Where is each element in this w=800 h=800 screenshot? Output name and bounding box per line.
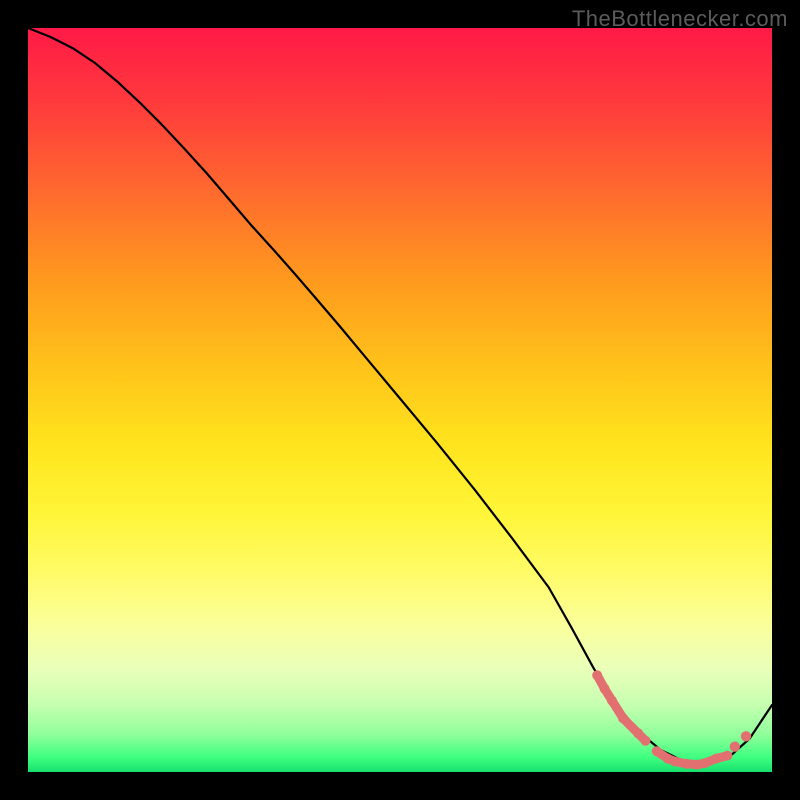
highlight-dot <box>681 759 691 769</box>
highlight-dot <box>607 696 617 706</box>
highlight-dot <box>652 746 662 756</box>
highlight-dot <box>641 736 651 746</box>
highlight-dot <box>618 713 628 723</box>
highlight-dot <box>670 757 680 767</box>
highlight-dot <box>592 670 602 680</box>
bottleneck-curve <box>28 28 772 765</box>
highlight-dot <box>711 754 721 764</box>
highlight-dot <box>741 731 751 741</box>
highlight-dot <box>633 728 643 738</box>
chart-stage: TheBottlenecker.com <box>0 0 800 800</box>
watermark-text: TheBottlenecker.com <box>572 6 788 32</box>
plot-area <box>28 28 772 772</box>
highlight-dot <box>700 758 710 768</box>
highlight-dot <box>730 742 740 752</box>
highlight-dot <box>722 751 732 761</box>
chart-svg <box>28 28 772 772</box>
highlight-dot <box>600 684 610 694</box>
